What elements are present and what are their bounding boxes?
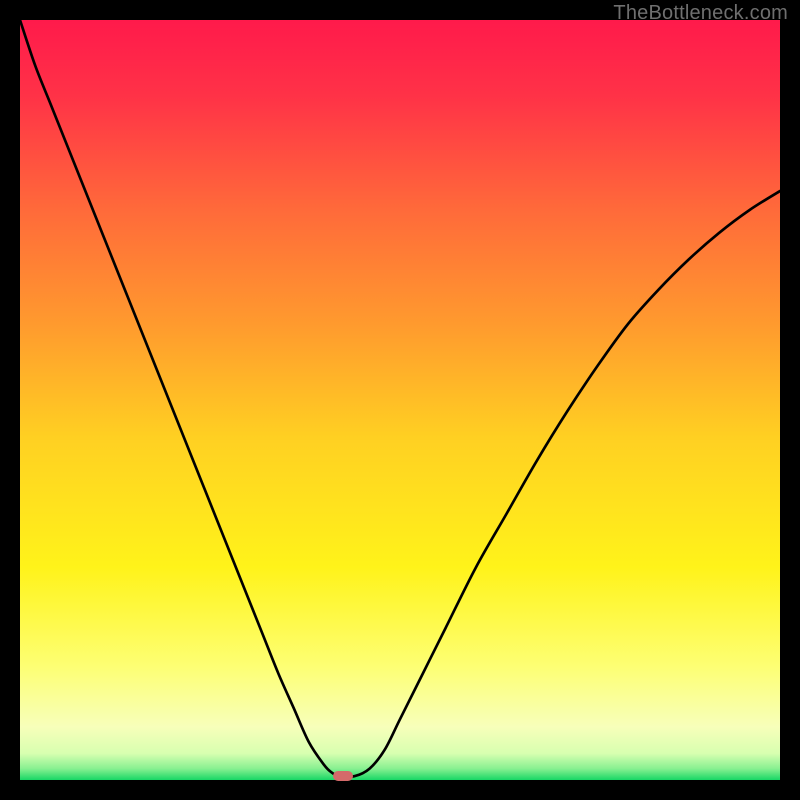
watermark-text: TheBottleneck.com bbox=[613, 2, 788, 25]
chart-frame: TheBottleneck.com bbox=[0, 0, 800, 800]
curve-layer bbox=[20, 20, 780, 780]
optimal-point-marker bbox=[333, 771, 353, 781]
bottleneck-curve bbox=[20, 20, 780, 777]
plot-area bbox=[20, 20, 780, 780]
